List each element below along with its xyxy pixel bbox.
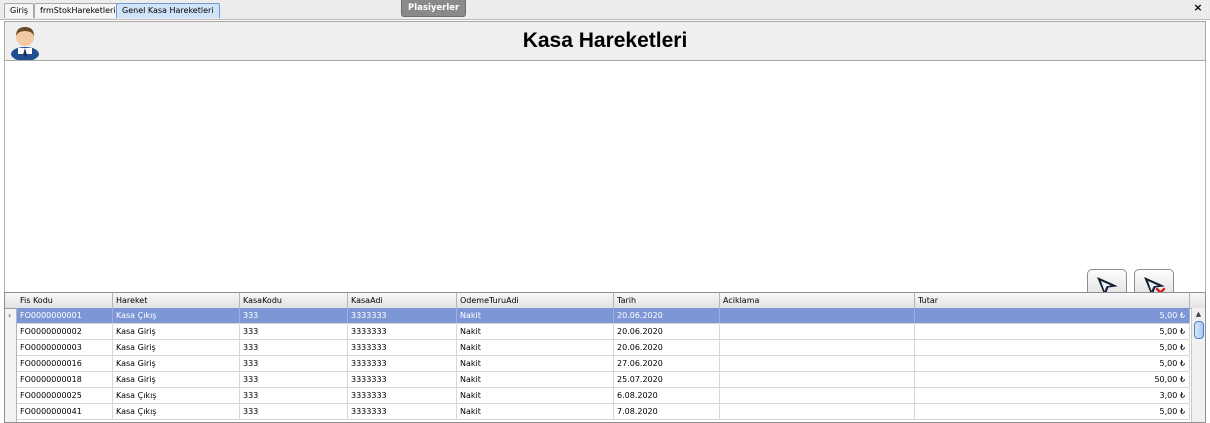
column-header-hareket[interactable]: Hareket bbox=[113, 293, 240, 308]
filter-panel bbox=[4, 61, 1206, 303]
cell-tarih: 6.08.2020 bbox=[614, 388, 720, 403]
cell-fis-kodu: FO0000000001 bbox=[17, 308, 113, 323]
cell-aciklama bbox=[720, 372, 915, 387]
cell-kasa-kodu: 333 bbox=[240, 372, 348, 387]
cell-kasa-adi: 3333333 bbox=[348, 356, 457, 371]
cell-fis-kodu: FO0000000003 bbox=[17, 340, 113, 355]
cell-tarih: 7.08.2020 bbox=[614, 404, 720, 419]
scroll-up-arrow-icon[interactable]: ▲ bbox=[1192, 308, 1205, 320]
cell-tarih: 25.07.2020 bbox=[614, 372, 720, 387]
cell-fis-kodu: FO0000000016 bbox=[17, 356, 113, 371]
column-header-odeme-turu-adi[interactable]: OdemeTuruAdi bbox=[457, 293, 614, 308]
cell-hareket: Kasa Çıkış bbox=[113, 388, 240, 403]
cell-tarih: 20.06.2020 bbox=[614, 340, 720, 355]
tab-genel-kasa-hareketleri[interactable]: Genel Kasa Hareketleri bbox=[116, 3, 220, 18]
cell-hareket: Kasa Çıkış bbox=[113, 308, 240, 323]
grid-header: Fis Kodu Hareket KasaKodu KasaAdi OdemeT… bbox=[5, 293, 1205, 309]
cell-aciklama bbox=[720, 388, 915, 403]
cell-aciklama bbox=[720, 356, 915, 371]
tab-frm-stok-hareketleri[interactable]: frmStokHareketleri bbox=[34, 3, 122, 18]
cell-odeme-turu-adi: Nakit bbox=[457, 340, 614, 355]
tab-giris[interactable]: Giriş bbox=[4, 3, 35, 18]
cell-kasa-adi: 3333333 bbox=[348, 404, 457, 419]
cell-kasa-adi: 3333333 bbox=[348, 372, 457, 387]
table-row[interactable]: FO0000000003 Kasa Giriş 333 3333333 Naki… bbox=[17, 340, 1190, 356]
column-header-tutar[interactable]: Tutar bbox=[915, 293, 1190, 308]
current-row-indicator-icon: › bbox=[8, 311, 12, 320]
form-header: Kasa Hareketleri bbox=[4, 21, 1206, 61]
cell-hareket: Kasa Giriş bbox=[113, 340, 240, 355]
cell-tutar: 5,00 ₺ bbox=[915, 356, 1190, 371]
cell-kasa-kodu: 333 bbox=[240, 308, 348, 323]
cell-kasa-adi: 3333333 bbox=[348, 340, 457, 355]
cell-tutar: 5,00 ₺ bbox=[915, 308, 1190, 323]
column-header-kasa-kodu[interactable]: KasaKodu bbox=[240, 293, 348, 308]
cell-odeme-turu-adi: Nakit bbox=[457, 308, 614, 323]
kasa-hareketleri-grid[interactable]: Fis Kodu Hareket KasaKodu KasaAdi OdemeT… bbox=[4, 292, 1206, 423]
cell-kasa-adi: 3333333 bbox=[348, 308, 457, 323]
cell-odeme-turu-adi: Nakit bbox=[457, 404, 614, 419]
column-header-fis-kodu[interactable]: Fis Kodu bbox=[17, 293, 113, 308]
page-title: Kasa Hareketleri bbox=[522, 29, 688, 52]
cell-tarih: 27.06.2020 bbox=[614, 356, 720, 371]
cell-fis-kodu: FO0000000002 bbox=[17, 324, 113, 339]
column-header-kasa-adi[interactable]: KasaAdi bbox=[348, 293, 457, 308]
cell-tutar: 50,00 ₺ bbox=[915, 372, 1190, 387]
table-row[interactable]: FO0000000001 Kasa Çıkış 333 3333333 Naki… bbox=[17, 308, 1190, 324]
cell-hareket: Kasa Giriş bbox=[113, 372, 240, 387]
grid-vertical-scrollbar[interactable]: ▲ bbox=[1191, 308, 1205, 422]
table-row[interactable]: FO0000000002 Kasa Giriş 333 3333333 Naki… bbox=[17, 324, 1190, 340]
cell-hareket: Kasa Çıkış bbox=[113, 404, 240, 419]
cell-odeme-turu-adi: Nakit bbox=[457, 388, 614, 403]
cell-tutar: 3,00 ₺ bbox=[915, 388, 1190, 403]
cell-aciklama bbox=[720, 308, 915, 323]
cell-kasa-kodu: 333 bbox=[240, 404, 348, 419]
floating-tab-plasiyerler[interactable]: Plasiyerler bbox=[401, 0, 467, 17]
close-icon[interactable]: × bbox=[1192, 1, 1204, 15]
cell-kasa-kodu: 333 bbox=[240, 356, 348, 371]
cell-tarih: 20.06.2020 bbox=[614, 308, 720, 323]
document-tab-strip: Giriş frmStokHareketleri Genel Kasa Hare… bbox=[0, 0, 1210, 20]
column-header-aciklama[interactable]: Aciklama bbox=[720, 293, 915, 308]
table-row[interactable]: FO0000000018 Kasa Giriş 333 3333333 Naki… bbox=[17, 372, 1190, 388]
cell-tutar: 5,00 ₺ bbox=[915, 324, 1190, 339]
cell-fis-kodu: FO0000000025 bbox=[17, 388, 113, 403]
cell-fis-kodu: FO0000000018 bbox=[17, 372, 113, 387]
cell-odeme-turu-adi: Nakit bbox=[457, 372, 614, 387]
table-row[interactable]: FO0000000016 Kasa Giriş 333 3333333 Naki… bbox=[17, 356, 1190, 372]
cell-odeme-turu-adi: Nakit bbox=[457, 356, 614, 371]
cell-kasa-adi: 3333333 bbox=[348, 324, 457, 339]
cell-kasa-kodu: 333 bbox=[240, 340, 348, 355]
cell-tutar: 5,00 ₺ bbox=[915, 340, 1190, 355]
cell-hareket: Kasa Giriş bbox=[113, 356, 240, 371]
column-header-tarih[interactable]: Tarih bbox=[614, 293, 720, 308]
cell-aciklama bbox=[720, 340, 915, 355]
cell-kasa-kodu: 333 bbox=[240, 324, 348, 339]
cell-hareket: Kasa Giriş bbox=[113, 324, 240, 339]
cell-aciklama bbox=[720, 404, 915, 419]
cell-kasa-kodu: 333 bbox=[240, 388, 348, 403]
cell-odeme-turu-adi: Nakit bbox=[457, 324, 614, 339]
cell-fis-kodu: FO0000000041 bbox=[17, 404, 113, 419]
cell-kasa-adi: 3333333 bbox=[348, 388, 457, 403]
scrollbar-thumb[interactable] bbox=[1194, 321, 1204, 339]
cell-tutar: 5,00 ₺ bbox=[915, 404, 1190, 419]
cell-tarih: 20.06.2020 bbox=[614, 324, 720, 339]
cell-aciklama bbox=[720, 324, 915, 339]
table-row[interactable]: FO0000000025 Kasa Çıkış 333 3333333 Naki… bbox=[17, 388, 1190, 404]
table-row[interactable]: FO0000000041 Kasa Çıkış 333 3333333 Naki… bbox=[17, 404, 1190, 420]
